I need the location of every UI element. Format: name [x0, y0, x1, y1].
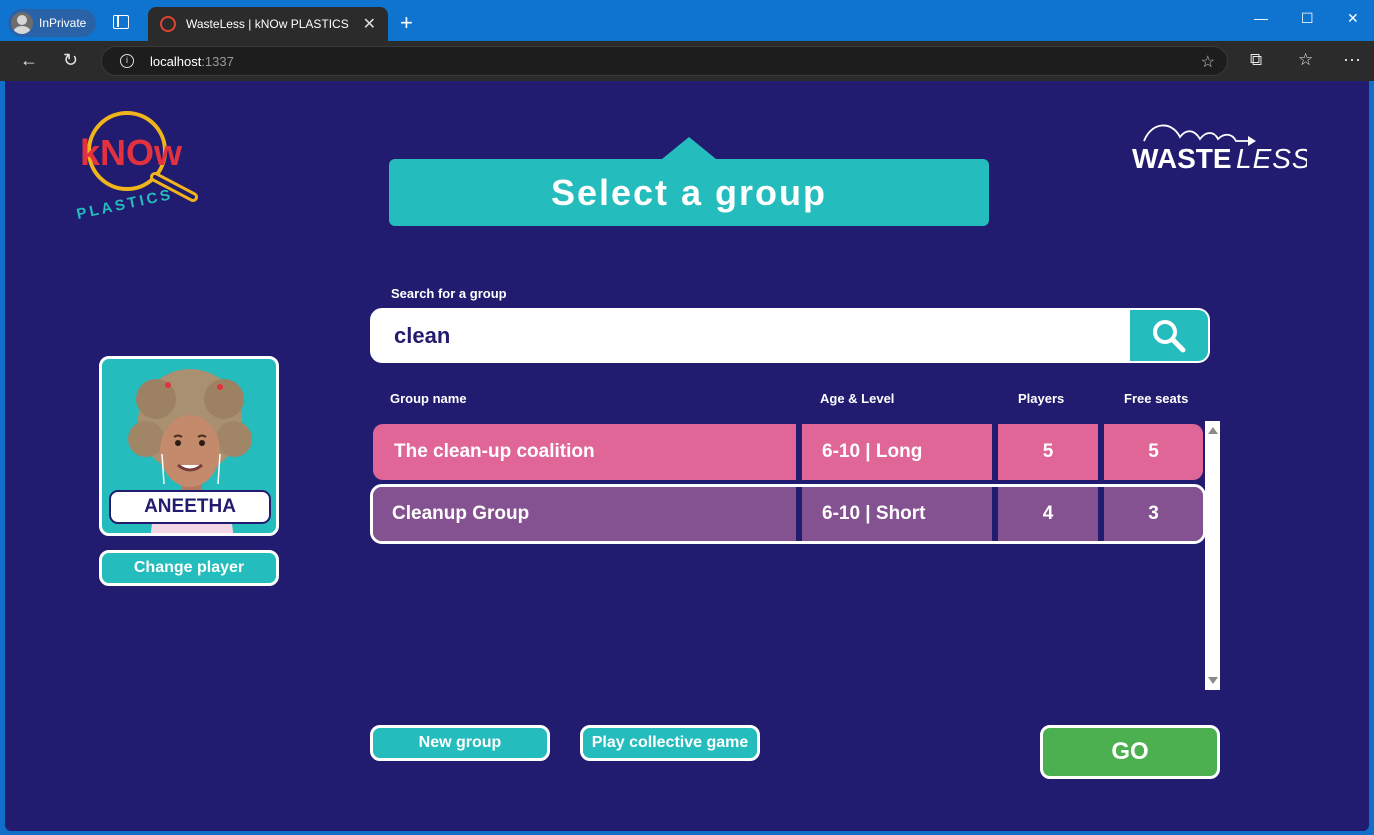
player-avatar-card: ANEETHA	[99, 356, 279, 536]
column-header-group-name: Group name	[390, 391, 467, 406]
search-button[interactable]	[1130, 310, 1208, 361]
column-header-free-seats: Free seats	[1124, 391, 1189, 406]
free-seats-cell: 5	[1104, 424, 1203, 480]
scroll-up-arrow-icon[interactable]	[1208, 427, 1218, 434]
go-button[interactable]: GO	[1040, 725, 1220, 779]
window-close-icon[interactable]: ✕	[1347, 10, 1359, 27]
favorite-star-icon[interactable]: ☆	[1201, 52, 1215, 72]
players-cell: 4	[998, 487, 1098, 541]
address-bar[interactable]: i localhost :1337 ☆	[101, 46, 1228, 76]
profile-avatar-icon	[11, 12, 33, 34]
tab-close-icon[interactable]: ✕	[363, 14, 376, 34]
tab-actions-icon[interactable]	[113, 15, 129, 29]
site-info-icon[interactable]: i	[120, 54, 134, 68]
change-player-button[interactable]: Change player	[99, 550, 279, 586]
player-name: ANEETHA	[109, 490, 271, 524]
minimize-icon[interactable]: —	[1254, 10, 1268, 26]
players-cell: 5	[998, 424, 1098, 480]
search-box	[370, 308, 1210, 363]
tab-title: WasteLess | kNOw PLASTICS	[186, 17, 349, 31]
age-level-cell: 6-10 | Short	[802, 487, 992, 541]
search-input[interactable]	[372, 310, 1130, 361]
tab-favicon-icon	[160, 16, 176, 32]
group-row[interactable]: The clean-up coalition 6-10 | Long 5 5	[373, 424, 1203, 480]
group-name-cell: The clean-up coalition	[373, 424, 796, 480]
maximize-icon[interactable]: ☐	[1301, 10, 1314, 27]
search-label: Search for a group	[391, 286, 507, 301]
age-level-cell: 6-10 | Long	[802, 424, 992, 480]
group-list-scrollbar[interactable]	[1205, 421, 1220, 690]
search-icon	[1153, 319, 1186, 352]
inprivate-profile-button[interactable]: InPrivate	[8, 9, 96, 37]
group-name-cell: Cleanup Group	[373, 487, 796, 541]
group-row-selected[interactable]: Cleanup Group 6-10 | Short 4 3	[370, 484, 1206, 544]
play-collective-game-button[interactable]: Play collective game	[580, 725, 760, 761]
wasteless-logo-less: LESS	[1236, 143, 1307, 174]
know-plastics-logo: kNOw PLASTICS	[75, 111, 198, 219]
favorites-list-icon[interactable]: ☆	[1298, 50, 1313, 70]
page-title: Select a group	[389, 137, 989, 226]
know-logo-text: kNOw	[80, 132, 183, 173]
free-seats-cell: 3	[1104, 487, 1203, 541]
url-host: localhost	[150, 53, 202, 69]
browser-toolbar: ← ↻ i localhost :1337 ☆ ⧉ ☆ ⋯	[0, 41, 1374, 81]
column-header-age-level: Age & Level	[820, 391, 895, 406]
inprivate-label: InPrivate	[39, 16, 87, 30]
browser-tab-active[interactable]: WasteLess | kNOw PLASTICS ✕	[148, 7, 388, 41]
scroll-down-arrow-icon[interactable]	[1208, 677, 1218, 684]
browser-titlebar: InPrivate WasteLess | kNOw PLASTICS ✕ + …	[0, 0, 1374, 41]
wasteless-logo-waste: WASTE	[1132, 143, 1232, 174]
refresh-icon[interactable]: ↻	[63, 50, 78, 71]
column-header-players: Players	[1018, 391, 1065, 406]
wasteless-logo: WASTE LESS	[1132, 124, 1307, 174]
new-group-button[interactable]: New group	[370, 725, 550, 761]
new-tab-plus-icon[interactable]: +	[400, 10, 413, 36]
more-menu-icon[interactable]: ⋯	[1343, 50, 1361, 71]
back-arrow-icon[interactable]: ←	[20, 50, 38, 71]
app-viewport: kNOw PLASTICS WASTE LESS Select a group …	[5, 81, 1369, 831]
extensions-puzzle-icon[interactable]: ⧉	[1250, 50, 1262, 70]
url-port: :1337	[201, 53, 234, 69]
